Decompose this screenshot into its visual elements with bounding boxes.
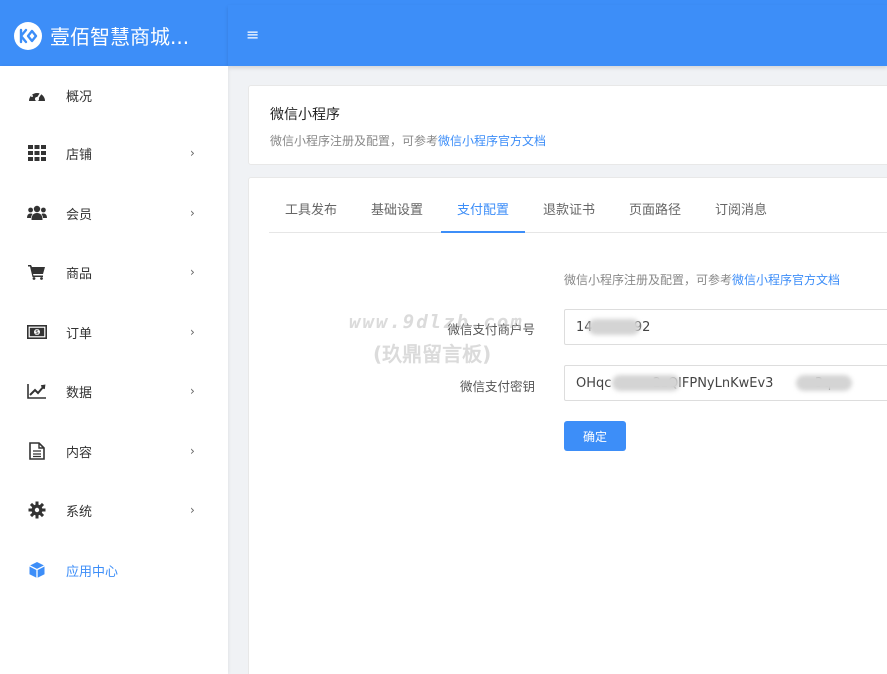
sidebar-item-label: 内容 (66, 445, 93, 461)
svg-text:$: $ (35, 329, 39, 336)
sidebar-item-label: 订单 (66, 326, 93, 342)
tab-page-paths[interactable]: 页面路径 (613, 192, 697, 233)
sidebar-item-label: 概况 (66, 89, 93, 105)
tab-tool-release[interactable]: 工具发布 (269, 192, 353, 233)
sidebar-item-data[interactable]: 数据 › (0, 371, 228, 411)
page-title: 微信小程序 (270, 107, 340, 123)
redaction-blur (796, 375, 852, 391)
page-description-text: 微信小程序注册及配置，可参考 (270, 134, 439, 148)
sidebar-item-system[interactable]: 系统 › (0, 490, 228, 530)
redaction-blur (588, 319, 640, 335)
brand-logo-icon (14, 21, 42, 50)
gear-icon (27, 500, 47, 520)
chevron-right-icon: › (190, 206, 195, 220)
chevron-right-icon: › (190, 265, 195, 279)
settings-card: 工具发布 基础设置 支付配置 退款证书 页面路径 订阅消息 微信小程序注册及配置… (248, 177, 887, 674)
brand-name: 壹佰智慧商城... (50, 25, 190, 49)
sidebar-item-label: 店铺 (66, 147, 93, 163)
pay-secret-label: 微信支付密钥 (459, 379, 535, 394)
chevron-right-icon: › (190, 325, 195, 339)
chevron-right-icon: › (190, 444, 195, 458)
redaction-blur (612, 375, 680, 391)
chevron-right-icon: › (190, 384, 195, 398)
form-hint-text: 微信小程序注册及配置，可参考 (564, 273, 733, 287)
sidebar-item-members[interactable]: 会员 › (0, 193, 228, 233)
sidebar-item-label: 数据 (66, 385, 93, 401)
grid-icon (27, 143, 47, 163)
page-header-card: 微信小程序 微信小程序注册及配置，可参考微信小程序官方文档 (248, 85, 887, 165)
sidebar-item-app-center[interactable]: 应用中心 (0, 550, 228, 590)
form-hint: 微信小程序注册及配置，可参考微信小程序官方文档 (564, 271, 840, 288)
sidebar-item-label: 商品 (66, 266, 93, 282)
chevron-right-icon: › (190, 503, 195, 517)
tab-payment-config[interactable]: 支付配置 (441, 192, 526, 233)
sidebar-item-label: 应用中心 (66, 564, 119, 580)
sidebar-item-overview[interactable]: 概况 (0, 75, 228, 115)
form-docs-link[interactable]: 微信小程序官方文档 (732, 273, 840, 287)
sidebar-item-products[interactable]: 商品 › (0, 252, 228, 292)
brand[interactable]: 壹佰智慧商城... (0, 5, 228, 66)
users-icon (27, 203, 47, 223)
sidebar-item-label: 会员 (66, 207, 93, 223)
chevron-right-icon: › (190, 146, 195, 160)
cube-icon (27, 560, 47, 580)
header-bar (228, 5, 887, 66)
tab-subscribe-messages[interactable]: 订阅消息 (699, 192, 783, 233)
tab-basic-settings[interactable]: 基础设置 (355, 192, 439, 233)
sidebar: 概况 店铺 › 会员 › 商品 › $ 订单 › 数据 › 内容 › 系统 › … (0, 66, 228, 674)
watermark-name: (玖鼎留言板) (373, 342, 492, 366)
document-icon (27, 441, 47, 461)
money-icon: $ (27, 322, 47, 342)
tab-bar: 工具发布 基础设置 支付配置 退款证书 页面路径 订阅消息 (269, 192, 887, 233)
page-description: 微信小程序注册及配置，可参考微信小程序官方文档 (270, 132, 546, 149)
sidebar-item-label: 系统 (66, 504, 93, 520)
dashboard-icon (27, 85, 47, 105)
official-docs-link[interactable]: 微信小程序官方文档 (438, 134, 546, 148)
merchant-id-label: 微信支付商户号 (447, 322, 535, 337)
sidebar-item-content[interactable]: 内容 › (0, 431, 228, 471)
sidebar-item-orders[interactable]: $ 订单 › (0, 312, 228, 352)
confirm-button[interactable]: 确定 (564, 421, 626, 451)
tab-refund-cert[interactable]: 退款证书 (527, 192, 611, 233)
cart-icon (27, 262, 47, 282)
line-chart-icon (27, 381, 47, 401)
sidebar-item-store[interactable]: 店铺 › (0, 133, 228, 173)
menu-toggle-icon[interactable]: ≡ (246, 25, 262, 45)
